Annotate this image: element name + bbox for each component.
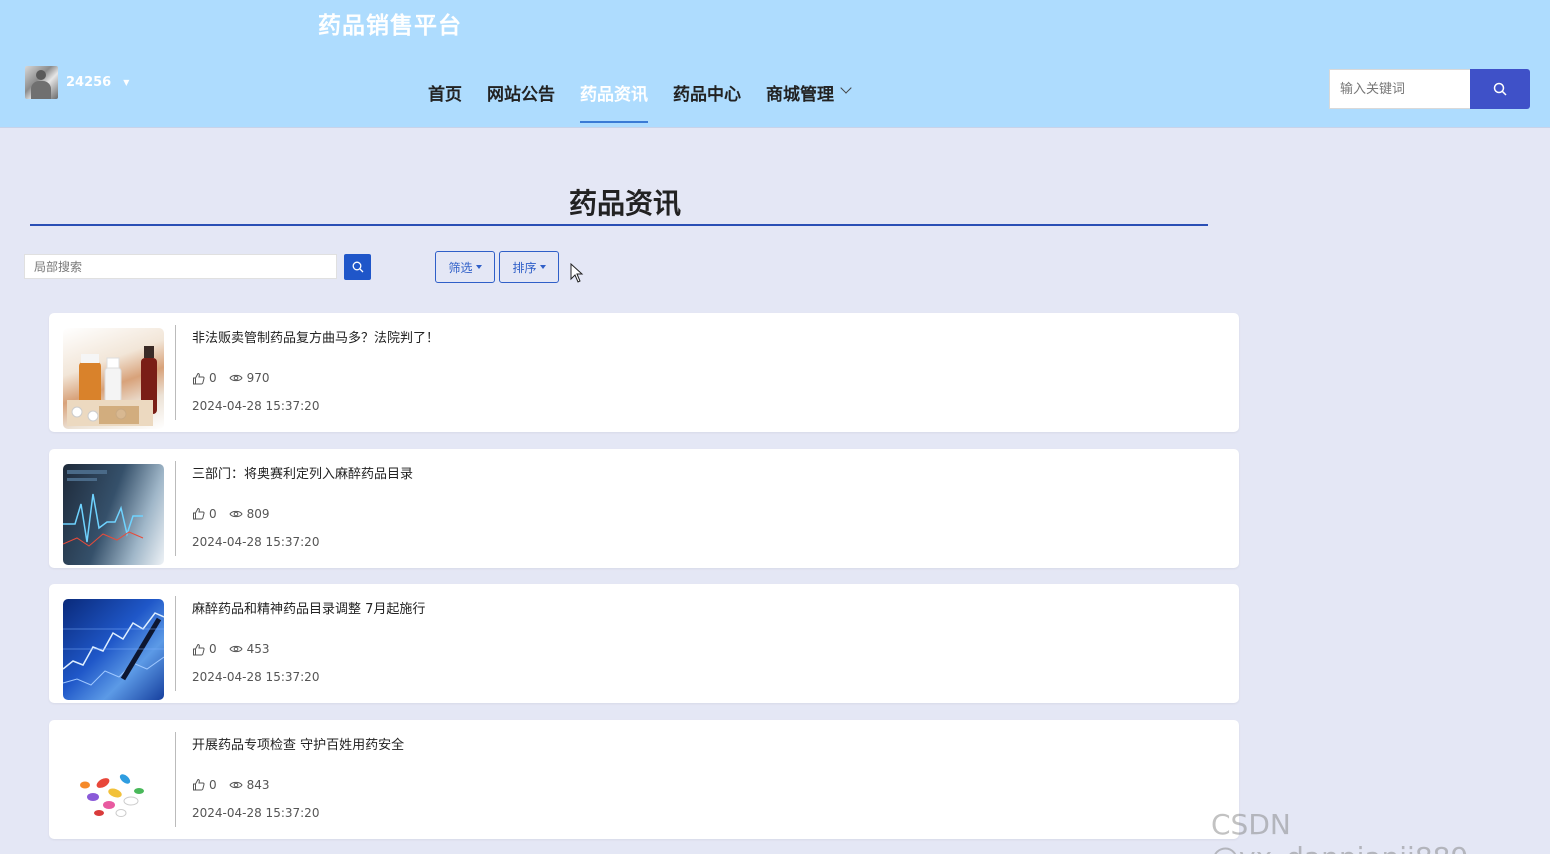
news-stats: 0 970: [192, 371, 282, 385]
divider: [175, 596, 176, 691]
news-date: 2024-04-28 15:37:20: [192, 805, 320, 820]
caret-down-icon[interactable]: ▼: [123, 78, 129, 87]
like-count[interactable]: 0: [192, 642, 217, 656]
nav-item-label: 商城管理: [766, 85, 834, 105]
medicine-bottles-image: [67, 346, 157, 426]
news-thumbnail[interactable]: [63, 734, 164, 836]
filter-dropdown-button[interactable]: 筛选: [435, 251, 495, 283]
news-list: 非法贩卖管制药品复方曲马多？法院判了！ 0 970 2024-04-28 15:…: [49, 313, 1239, 854]
eye-icon: [229, 374, 243, 382]
thumbs-up-icon: [193, 507, 205, 520]
eye-icon: [229, 781, 243, 788]
news-date: 2024-04-28 15:37:20: [192, 670, 320, 684]
view-count: 970: [229, 371, 270, 385]
chevron-down-icon: [840, 82, 852, 94]
news-date: 2024-04-28 15:37:20: [192, 534, 320, 549]
local-search-button[interactable]: [344, 254, 371, 280]
news-title[interactable]: 麻醉药品和精神药品目录调整 7月起施行: [192, 598, 425, 617]
divider: [175, 731, 176, 827]
keyword-search-input[interactable]: [1329, 69, 1470, 109]
news-card[interactable]: 麻醉药品和精神药品目录调整 7月起施行 0 453 2024-04-28 15:…: [49, 584, 1239, 703]
news-card[interactable]: 三部门：将奥赛利定列入麻醉药品目录 0 809 2024-04-28 15:37…: [49, 448, 1239, 568]
watermark: CSDN @vx_danpianji889: [1211, 808, 1468, 854]
caret-down-icon: [475, 265, 482, 269]
title-divider: [30, 224, 1208, 226]
search-icon: [1493, 82, 1507, 96]
view-count: 843: [229, 778, 270, 792]
view-count: 453: [229, 642, 270, 656]
news-stats: 0 809: [192, 507, 282, 521]
like-count-value: 0: [209, 777, 217, 792]
news-thumbnail[interactable]: [63, 328, 164, 429]
news-date: 2024-04-28 15:37:20: [192, 399, 320, 413]
news-thumbnail[interactable]: [63, 463, 164, 565]
local-search-input[interactable]: [24, 254, 337, 279]
nav-item-label: 药品中心: [673, 85, 741, 105]
top-search: [1329, 69, 1530, 109]
news-title[interactable]: 非法贩卖管制药品复方曲马多？法院判了！: [192, 327, 439, 346]
view-count-value: 453: [246, 642, 270, 656]
news-card[interactable]: 非法贩卖管制药品复方曲马多？法院判了！ 0 970 2024-04-28 15:…: [49, 313, 1239, 432]
nav-item-label: 药品资讯: [580, 85, 648, 105]
news-stats: 0 843: [192, 778, 282, 792]
colorful-pills-image: [80, 773, 144, 817]
view-count-value: 843: [246, 777, 270, 792]
view-count: 809: [229, 507, 270, 521]
page-title: 药品资讯: [568, 187, 681, 220]
caret-down-icon: [539, 265, 546, 269]
like-count[interactable]: 0: [192, 778, 217, 792]
blue-chart-image: [63, 612, 164, 686]
nav-item-home[interactable]: 首页: [428, 68, 462, 123]
search-icon: [352, 261, 363, 273]
thumbs-up-icon: [193, 643, 205, 655]
like-count-value: 0: [209, 506, 217, 521]
sort-label: 排序: [512, 260, 537, 275]
mouse-cursor-icon: [570, 263, 584, 283]
news-title[interactable]: 开展药品专项检查 守护百姓用药安全: [192, 734, 404, 753]
nav-item-drug-center[interactable]: 药品中心: [673, 68, 741, 123]
news-thumbnail[interactable]: [63, 599, 164, 700]
divider: [175, 460, 176, 556]
divider: [175, 325, 176, 420]
eye-icon: [229, 510, 243, 517]
eye-icon: [229, 645, 243, 653]
filter-label: 筛选: [448, 260, 473, 275]
ecg-monitor-image: [63, 469, 144, 547]
username[interactable]: 24256: [66, 75, 111, 90]
nav-item-mall-management[interactable]: 商城管理: [766, 68, 852, 123]
like-count[interactable]: 0: [192, 507, 217, 521]
like-count[interactable]: 0: [192, 371, 217, 385]
like-count-value: 0: [209, 371, 217, 385]
main-nav: 首页 网站公告 药品资讯 药品中心 商城管理: [428, 68, 875, 124]
sort-dropdown-button[interactable]: 排序: [499, 251, 559, 283]
news-stats: 0 453: [192, 642, 282, 656]
news-card[interactable]: 开展药品专项检查 守护百姓用药安全 0 843 2024-04-28 15:37…: [49, 719, 1239, 839]
view-count-value: 809: [246, 506, 270, 521]
thumbs-up-icon: [193, 778, 205, 791]
top-header: 药品销售平台 24256 ▼ 首页 网站公告 药品资讯 药品中心 商城管理: [0, 0, 1550, 128]
news-title[interactable]: 三部门：将奥赛利定列入麻醉药品目录: [192, 463, 413, 482]
nav-item-label: 首页: [428, 85, 462, 105]
nav-item-label: 网站公告: [487, 85, 555, 105]
like-count-value: 0: [209, 642, 217, 656]
view-count-value: 970: [246, 371, 270, 385]
thumbs-up-icon: [193, 372, 205, 384]
keyword-search-button[interactable]: [1470, 69, 1530, 109]
nav-item-drug-news[interactable]: 药品资讯: [580, 68, 648, 123]
site-title: 药品销售平台: [318, 13, 462, 39]
avatar[interactable]: [25, 66, 58, 99]
nav-item-announcements[interactable]: 网站公告: [487, 68, 555, 123]
user-menu[interactable]: 24256 ▼: [25, 66, 129, 99]
